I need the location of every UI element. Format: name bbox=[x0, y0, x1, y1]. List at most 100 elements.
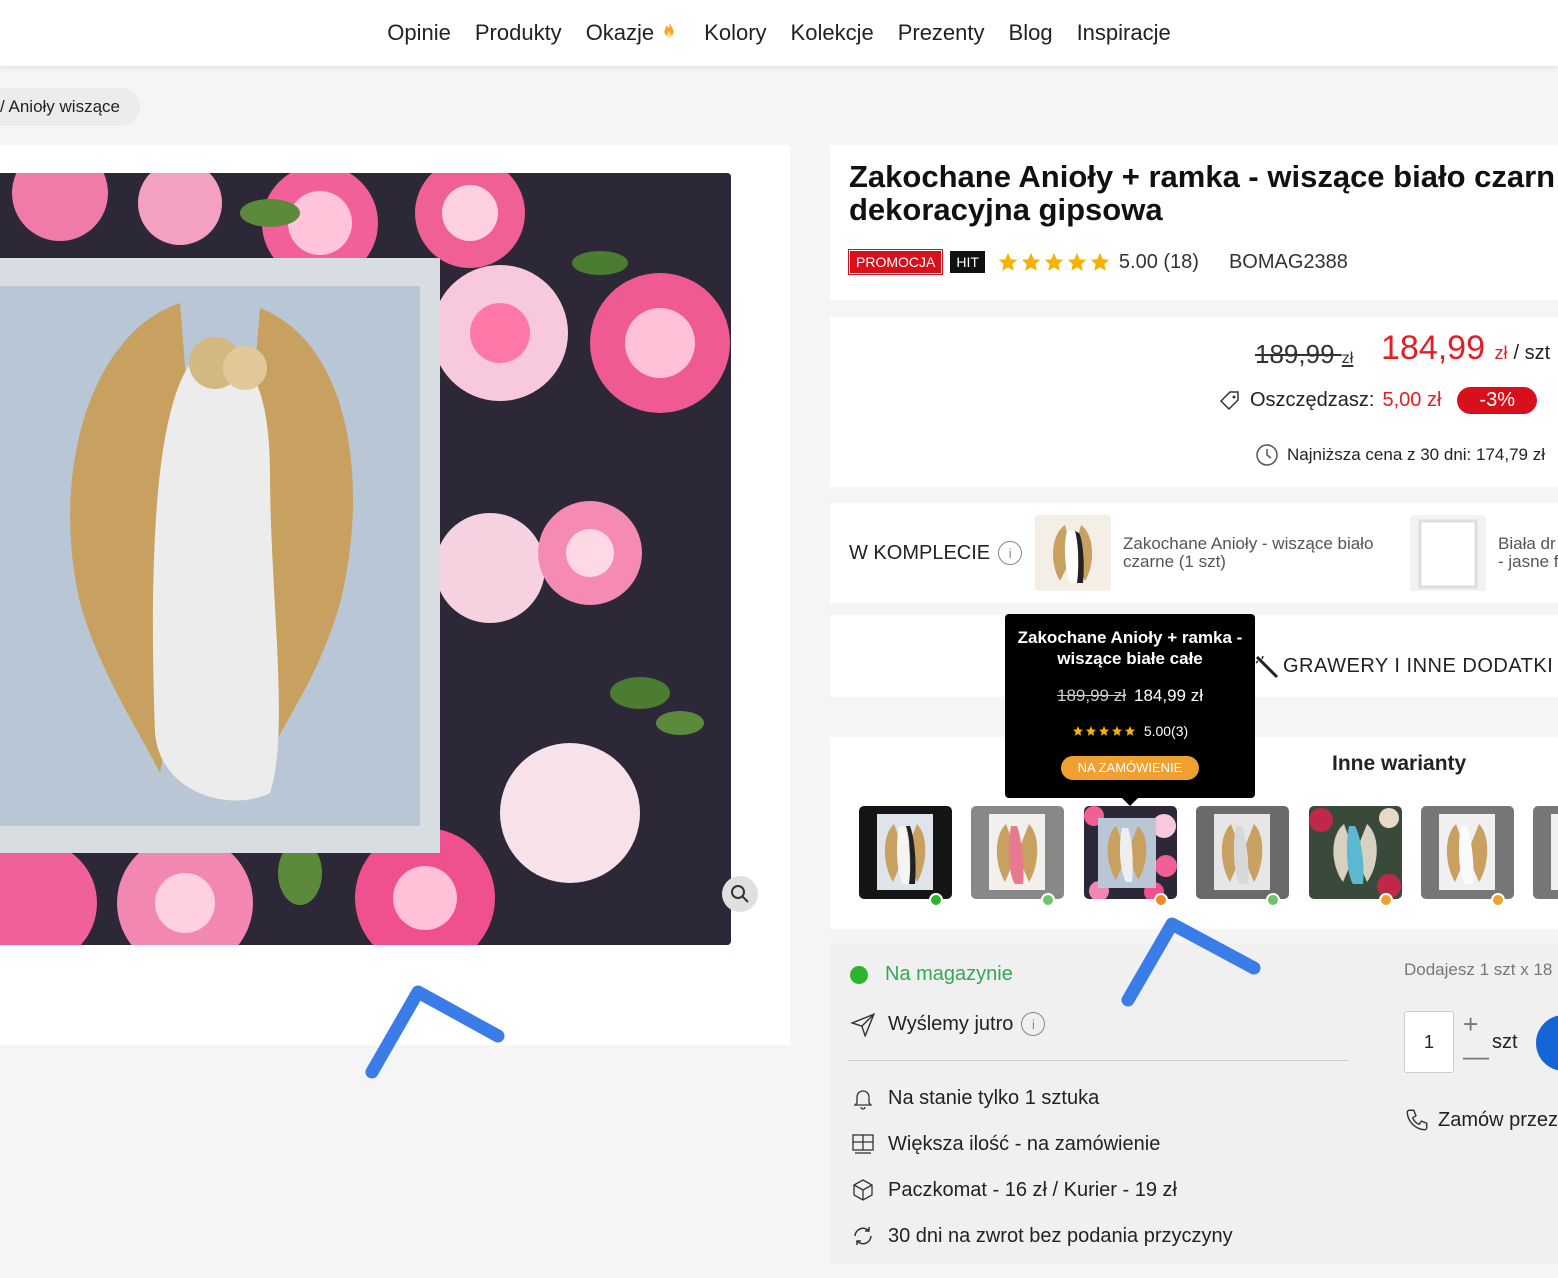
bundle-item-1-line1: Zakochane Anioły - wiszące biało bbox=[1123, 534, 1374, 553]
variant-thumbnail[interactable] bbox=[1196, 806, 1289, 899]
nav-item-blog[interactable]: Blog bbox=[997, 20, 1065, 46]
bundle-label: W KOMPLECIE i bbox=[849, 541, 1023, 565]
per-unit: / szt bbox=[1513, 342, 1551, 364]
variant-thumbnail-selected[interactable] bbox=[1084, 806, 1177, 899]
divider bbox=[848, 1060, 1348, 1061]
info-icon[interactable]: i bbox=[998, 541, 1023, 565]
bell-icon bbox=[853, 1090, 873, 1110]
stock-count-text: Na stanie tylko 1 sztuka bbox=[888, 1086, 1100, 1109]
angel-thumbnail-image bbox=[1035, 515, 1111, 591]
star-icon bbox=[1085, 726, 1096, 736]
bundle-item-1-text[interactable]: Zakochane Anioły - wiszące biało czarne … bbox=[1123, 535, 1373, 571]
quantity-increase-button[interactable]: + bbox=[1463, 1009, 1478, 1040]
variant-status-dot bbox=[1041, 893, 1055, 907]
breadcrumb[interactable]: / Anioły wiszące bbox=[0, 88, 140, 126]
delivery-text: Paczkomat - 16 zł / Kurier - 19 zł bbox=[888, 1178, 1177, 1201]
nav-item-prezenty[interactable]: Prezenty bbox=[886, 20, 997, 46]
nav-item-okazje[interactable]: Okazje bbox=[574, 20, 692, 46]
info-icon[interactable]: i bbox=[1021, 1012, 1046, 1036]
bulk-order-text: Większa ilość - na zamówienie bbox=[888, 1132, 1161, 1155]
old-price-currency: zł bbox=[1341, 350, 1354, 367]
nav-item-inspiracje[interactable]: Inspiracje bbox=[1065, 20, 1183, 46]
bundle-item-2-line2: - jasne f bbox=[1498, 552, 1558, 571]
old-price: 189,99 zł bbox=[1255, 339, 1353, 370]
discount-badge: -3% bbox=[1457, 387, 1537, 414]
lowest-price-text: Najniższa cena z 30 dni: 174,79 zł bbox=[1287, 445, 1545, 464]
variant-status-dot bbox=[1266, 893, 1280, 907]
magnifier-icon bbox=[731, 885, 749, 903]
tooltip-price: 189,99 zł 184,99 zł bbox=[1005, 686, 1255, 706]
quantity-decrease-button[interactable]: — bbox=[1463, 1041, 1489, 1072]
star-icon bbox=[1090, 252, 1110, 271]
availability-text: Na magazynie bbox=[885, 963, 1013, 985]
star-icon bbox=[1021, 252, 1041, 271]
variant-status-dot bbox=[1154, 893, 1168, 907]
promo-badge: PROMOCJA bbox=[847, 249, 944, 275]
product-title-line1: Zakochane Anioły + ramka - wiszące biało… bbox=[849, 159, 1556, 194]
new-price: 184,99 zł / szt bbox=[1381, 329, 1550, 368]
nav-item-opinie[interactable]: Opinie bbox=[375, 20, 463, 46]
clock-icon bbox=[1256, 444, 1278, 466]
shipping-text: Wyślemy jutro bbox=[888, 1012, 1014, 1035]
star-icon bbox=[1124, 726, 1135, 736]
nav-item-kolory[interactable]: Kolory bbox=[692, 20, 778, 46]
frame-thumbnail-image bbox=[1410, 515, 1486, 591]
product-photo-illustration bbox=[0, 173, 731, 945]
star-icon bbox=[1044, 252, 1064, 271]
tooltip-rating: 5.00(3) bbox=[1005, 723, 1255, 739]
returns-info: 30 dni na zwrot bez podania przyczyny bbox=[850, 1223, 1233, 1249]
pallet-icon bbox=[852, 1134, 874, 1154]
bundle-label-text: W KOMPLECIE bbox=[849, 541, 991, 564]
bundle-item-2-text[interactable]: Biała dr - jasne f bbox=[1498, 535, 1558, 571]
savings-amount: 5,00 zł bbox=[1382, 389, 1442, 411]
stock-card: Na magazynie Wyślemy jutro i Na stanie t… bbox=[830, 943, 1558, 1263]
hit-badge: HIT bbox=[950, 251, 985, 273]
tooltip-status-badge: NA ZAMÓWIENIE bbox=[1061, 756, 1199, 780]
availability: Na magazynie bbox=[850, 963, 1013, 986]
variant-image bbox=[1309, 806, 1402, 899]
tooltip-title: Zakochane Anioły + ramka - wiszące białe… bbox=[1017, 628, 1243, 668]
product-title-card: Zakochane Anioły + ramka - wiszące biało… bbox=[830, 145, 1558, 300]
rating-text[interactable]: 5.00 (18) bbox=[1119, 251, 1199, 274]
nav-item-kolekcje[interactable]: Kolekcje bbox=[779, 20, 886, 46]
variant-thumbnail[interactable] bbox=[1309, 806, 1402, 899]
variant-thumbnail[interactable] bbox=[1533, 806, 1558, 899]
quantity-input[interactable]: 1 bbox=[1404, 1011, 1454, 1073]
product-title: Zakochane Anioły + ramka - wiszące biało… bbox=[849, 160, 1558, 226]
old-price-value: 189,99 bbox=[1255, 339, 1335, 369]
tooltip-new-price: 184,99 zł bbox=[1134, 686, 1203, 705]
variant-status-dot bbox=[1491, 893, 1505, 907]
phone-icon bbox=[1406, 1109, 1428, 1131]
variant-image bbox=[1421, 806, 1514, 899]
top-navigation: Opinie Produkty Okazje Kolory Kolekcje P… bbox=[0, 0, 1558, 66]
bundle-frame-thumbnail[interactable] bbox=[1410, 515, 1486, 591]
bulk-order-info: Większa ilość - na zamówienie bbox=[850, 1131, 1160, 1157]
savings-label: Oszczędzasz: bbox=[1250, 389, 1375, 411]
variant-thumbnail[interactable] bbox=[971, 806, 1064, 899]
adding-summary: Dodajesz 1 szt x 18 bbox=[1404, 960, 1553, 979]
order-by-phone[interactable]: Zamów przez bbox=[1404, 1107, 1558, 1133]
order-by-phone-text: Zamów przez bbox=[1438, 1108, 1558, 1131]
variant-image bbox=[1533, 806, 1558, 899]
star-icon bbox=[998, 252, 1018, 271]
price-tag-icon bbox=[1219, 390, 1239, 410]
tooltip-rating-text: 5.00(3) bbox=[1143, 723, 1189, 739]
star-icon bbox=[1067, 252, 1087, 271]
main-product-image[interactable] bbox=[0, 173, 731, 945]
variant-thumbnail[interactable] bbox=[1421, 806, 1514, 899]
zoom-button[interactable] bbox=[722, 876, 758, 912]
variant-thumbnail[interactable] bbox=[859, 806, 952, 899]
product-title-line2: dekoracyjna gipsowa bbox=[849, 192, 1163, 227]
star-icon bbox=[1098, 726, 1109, 736]
bundle-item-2-line1: Biała dr bbox=[1498, 534, 1556, 553]
add-to-cart-button[interactable] bbox=[1536, 1015, 1558, 1071]
product-sku: BOMAG2388 bbox=[1228, 250, 1348, 273]
tooltip-old-price: 189,99 zł bbox=[1057, 686, 1126, 705]
price-card: 189,99 zł 184,99 zł / szt Oszczędzasz: 5,… bbox=[830, 317, 1558, 487]
nav-item-produkty[interactable]: Produkty bbox=[463, 20, 574, 46]
bundle-item-thumbnail[interactable] bbox=[1035, 515, 1111, 591]
new-price-currency: zł bbox=[1494, 343, 1508, 363]
rating-stars[interactable] bbox=[997, 251, 1111, 273]
variant-tooltip: Zakochane Anioły + ramka - wiszące białe… bbox=[1005, 614, 1255, 806]
engraving-label: GRAWERY I INNE DODATKI bbox=[1283, 655, 1554, 677]
